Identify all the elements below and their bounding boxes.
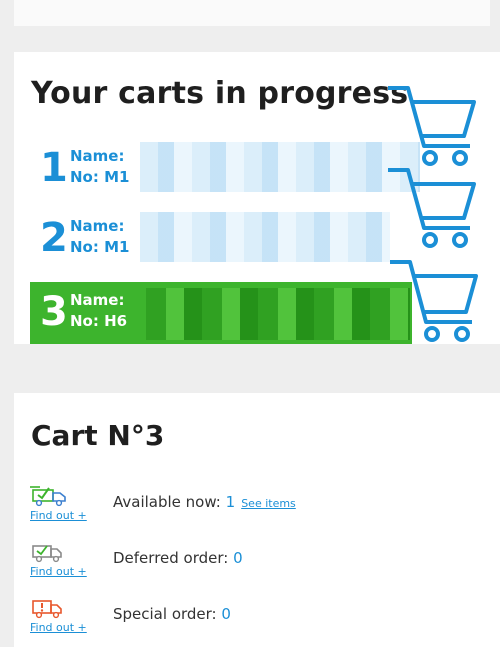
redacted-cart-details	[146, 288, 410, 340]
find-out-link[interactable]: Find out +	[30, 621, 87, 634]
cart-name-label: Name:	[70, 147, 125, 165]
cart-icon	[384, 84, 480, 166]
find-out-link[interactable]: Find out +	[30, 565, 87, 578]
status-label-text: Special order:	[113, 605, 217, 623]
status-label-text: Available now:	[113, 493, 221, 511]
carts-in-progress-panel: Your carts in progress 1 Name: No: M1 2 …	[14, 52, 500, 344]
status-label-text: Deferred order:	[113, 549, 229, 567]
truck-check-icon	[30, 485, 70, 511]
carts-panel-title: Your carts in progress	[31, 76, 409, 111]
cart-name-label: Name:	[70, 291, 125, 309]
status-special-order: Find out + Special order: 0	[28, 597, 488, 641]
cart-row-2[interactable]: 2 Name: No: M1	[30, 208, 410, 266]
cart-index: 3	[40, 289, 68, 335]
cart-number-label: No: M1	[70, 238, 130, 256]
top-strip	[14, 0, 490, 26]
status-label: Deferred order: 0	[113, 549, 243, 567]
cart-icon	[384, 166, 480, 248]
redacted-cart-details	[140, 212, 390, 262]
cart-detail-title: Cart N°3	[31, 419, 165, 452]
cart-detail-panel: Cart N°3 Find out + Available now: 1 See …	[14, 393, 500, 647]
see-items-link[interactable]: See items	[241, 497, 296, 510]
redacted-cart-details	[140, 142, 420, 192]
cart-name-label: Name:	[70, 217, 125, 235]
status-label: Available now: 1 See items	[113, 493, 296, 511]
truck-deferred-icon	[30, 541, 70, 567]
status-available-now: Find out + Available now: 1 See items	[28, 485, 488, 529]
cart-row-1[interactable]: 1 Name: No: M1	[30, 138, 420, 196]
cart-index: 2	[40, 215, 68, 261]
truck-alert-icon	[30, 597, 70, 623]
status-count: 0	[221, 605, 231, 623]
cart-row-3-selected[interactable]: 3 Name: No: H6	[30, 282, 412, 344]
cart-index: 1	[40, 145, 68, 191]
status-label: Special order: 0	[113, 605, 231, 623]
status-deferred-order: Find out + Deferred order: 0	[28, 541, 488, 585]
cart-number-label: No: M1	[70, 168, 130, 186]
cart-icon	[386, 258, 482, 344]
status-count: 1	[225, 493, 236, 511]
status-count: 0	[233, 549, 243, 567]
cart-number-label: No: H6	[70, 312, 128, 330]
find-out-link[interactable]: Find out +	[30, 509, 87, 522]
